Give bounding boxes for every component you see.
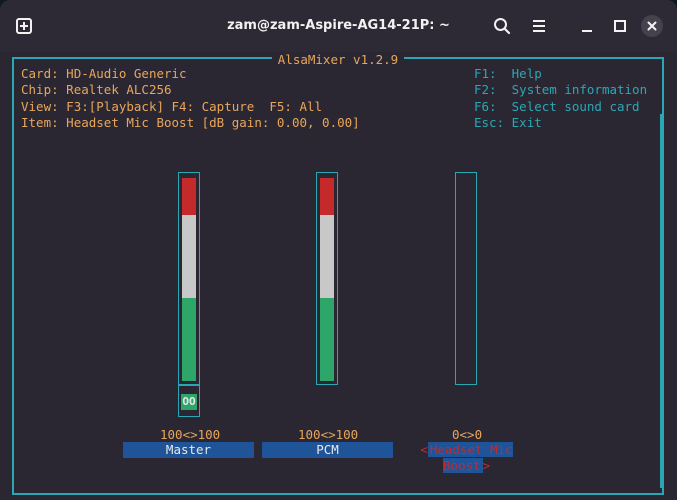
view-value: F3:[Playback] F4: Capture F5: All — [66, 99, 323, 114]
soundcard-key-line: F6: Select sound card — [474, 99, 640, 114]
key-desc: Help — [511, 66, 542, 81]
title-bar: zam@zam-Aspire-AG14-21P: ~ — [0, 0, 677, 52]
key: F6: — [474, 99, 497, 114]
headset-mic-boost-bar[interactable] — [455, 172, 477, 385]
master-level-green — [182, 298, 196, 381]
view-label: View: — [21, 99, 59, 114]
pcm-channel-label[interactable]: PCM — [262, 442, 393, 458]
terminal-area[interactable]: AlsaMixer v1.2.9 Card: HD-Audio Generic … — [0, 52, 677, 500]
pcm-level-red — [320, 178, 334, 215]
master-level-red — [182, 178, 196, 215]
mixer-title: AlsaMixer v1.2.9 — [271, 52, 405, 67]
menu-icon[interactable] — [527, 14, 551, 38]
key-desc: Exit — [511, 115, 542, 130]
search-icon[interactable] — [490, 14, 514, 38]
key-desc: System information — [511, 82, 648, 97]
key-desc: Select sound card — [511, 99, 640, 114]
master-channel-label[interactable]: Master — [123, 442, 254, 458]
chip-value: Realtek ALC256 — [66, 82, 172, 97]
help-key-line: F1: Help — [474, 66, 542, 81]
item-line: Item: Headset Mic Boost [dB gain: 0.00, … — [21, 115, 360, 130]
pcm-level-white — [320, 215, 334, 298]
key: Esc: — [474, 115, 505, 130]
maximize-icon[interactable] — [608, 14, 632, 38]
headset-mic-boost-channel-label[interactable]: < Headset Mic Boost > — [401, 442, 532, 473]
chip-label: Chip: — [21, 82, 59, 97]
sysinfo-key-line: F2: System information — [474, 82, 647, 97]
minimize-icon[interactable] — [575, 14, 599, 38]
master-mute-toggle[interactable]: OO — [178, 385, 200, 417]
master-level-white — [182, 215, 196, 298]
card-line: Card: HD-Audio Generic — [21, 66, 187, 81]
card-value: HD-Audio Generic — [66, 66, 187, 81]
frame-right-edge — [660, 114, 664, 488]
pcm-volume-bar[interactable] — [316, 172, 338, 385]
close-icon — [647, 21, 657, 31]
key: F2: — [474, 82, 497, 97]
pcm-level-value: 100<>100 — [298, 427, 359, 442]
item-value: Headset Mic Boost [dB gain: 0.00, 0.00] — [66, 115, 360, 130]
terminal-window: zam@zam-Aspire-AG14-21P: ~ AlsaMixer v1.… — [0, 0, 677, 500]
headset-mic-boost-level-value: 0<>0 — [452, 427, 483, 442]
chip-line: Chip: Realtek ALC256 — [21, 82, 172, 97]
key: F1: — [474, 66, 497, 81]
view-line: View: F3:[Playback] F4: Capture F5: All — [21, 99, 322, 114]
card-label: Card: — [21, 66, 59, 81]
exit-key-line: Esc: Exit — [474, 115, 542, 130]
master-mute-indicator: OO — [181, 394, 197, 410]
close-button[interactable] — [641, 15, 663, 37]
master-volume-bar[interactable] — [178, 172, 200, 385]
master-level-value: 100<>100 — [160, 427, 221, 442]
item-label: Item: — [21, 115, 59, 130]
pcm-level-green — [320, 298, 334, 381]
